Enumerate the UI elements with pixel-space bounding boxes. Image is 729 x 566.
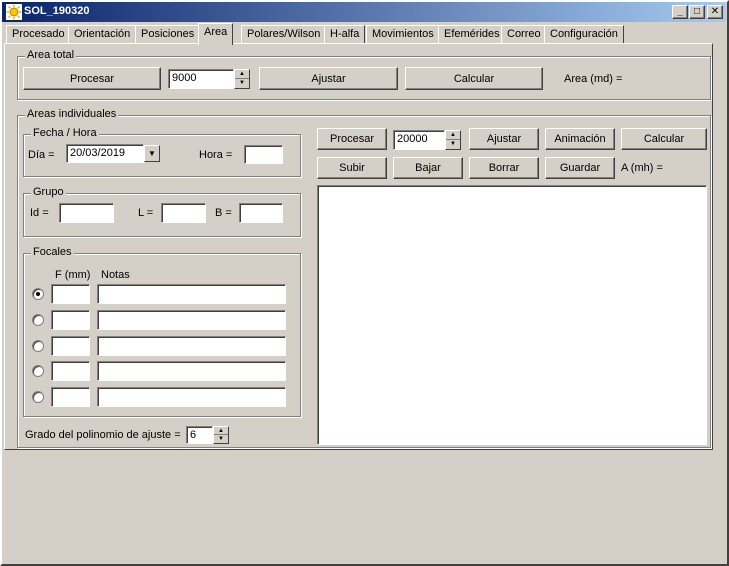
area-total-calcular-button[interactable]: Calcular — [405, 67, 543, 90]
tab-area[interactable]: Area — [198, 23, 234, 45]
tab-polares-wilson[interactable]: Polares/Wilson — [241, 25, 327, 44]
area-total-legend: Area total — [25, 49, 77, 61]
focal-row-3-f-input[interactable] — [51, 336, 90, 356]
id-label: Id = — [30, 207, 49, 219]
focal-row-4-f-input[interactable] — [51, 361, 90, 381]
focal-row-3-radio[interactable] — [32, 340, 44, 352]
hora-input[interactable] — [244, 145, 283, 164]
animacion-button[interactable]: Animación — [545, 128, 615, 150]
guardar-button[interactable]: Guardar — [545, 157, 615, 179]
area-total-procesar-button[interactable]: Procesar — [23, 67, 161, 90]
area-total-spinner[interactable]: ▲ ▼ — [234, 69, 250, 89]
subir-button[interactable]: Subir — [317, 157, 387, 179]
ind-value-input[interactable]: 20000 — [393, 130, 445, 150]
focal-notas-column-header: Notas — [101, 269, 130, 281]
grupo-legend: Grupo — [31, 186, 66, 198]
tab-configuracion[interactable]: Configuración — [544, 25, 624, 44]
results-list-box[interactable] — [317, 185, 707, 445]
focal-row-2-notas-input[interactable] — [97, 310, 286, 330]
grado-polinomio-label: Grado del polinomio de ajuste = — [25, 429, 181, 441]
close-button[interactable]: ✕ — [707, 5, 723, 19]
arrow-up-icon[interactable]: ▲ — [446, 131, 460, 140]
focal-row-4-notas-input[interactable] — [97, 361, 286, 381]
area-total-ajustar-button[interactable]: Ajustar — [259, 67, 398, 90]
title-bar[interactable]: SOL_190320 _ □ ✕ — [2, 2, 726, 22]
grado-polinomio-spinner[interactable]: ▲ ▼ — [213, 426, 229, 444]
window-title: SOL_190320 — [24, 5, 90, 17]
arrow-down-icon[interactable]: ▼ — [214, 435, 228, 443]
grado-polinomio-input[interactable]: 6 — [186, 426, 213, 444]
arrow-down-icon[interactable]: ▼ — [235, 79, 249, 88]
area-total-result-label: Area (md) = — [564, 73, 623, 85]
b-label: B = — [215, 207, 232, 219]
focal-row-1-notas-input[interactable] — [97, 284, 286, 304]
arrow-up-icon[interactable]: ▲ — [214, 427, 228, 435]
l-label: L = — [138, 207, 154, 219]
area-total-value-input[interactable]: 9000 — [168, 69, 234, 89]
tab-procesado[interactable]: Procesado — [6, 25, 71, 44]
l-input[interactable] — [161, 203, 206, 223]
fecha-hora-legend: Fecha / Hora — [31, 127, 99, 139]
arrow-up-icon[interactable]: ▲ — [235, 70, 249, 79]
b-input[interactable] — [239, 203, 283, 223]
bajar-button[interactable]: Bajar — [393, 157, 463, 179]
ind-calcular-button[interactable]: Calcular — [621, 128, 707, 150]
tab-efemerides[interactable]: Efemérides — [438, 25, 506, 44]
tab-movimientos[interactable]: Movimientos — [366, 25, 440, 44]
tab-correo[interactable]: Correo — [501, 25, 547, 44]
chevron-down-icon[interactable]: ▼ — [144, 145, 160, 162]
ind-ajustar-button[interactable]: Ajustar — [469, 128, 539, 150]
minimize-button[interactable]: _ — [672, 5, 688, 19]
ind-value-spinner[interactable]: ▲ ▼ — [445, 130, 461, 150]
focales-legend: Focales — [31, 246, 74, 258]
focal-row-1-f-input[interactable] — [51, 284, 90, 304]
focal-row-4-radio[interactable] — [32, 365, 44, 377]
area-mh-result-label: A (mh) = — [621, 162, 663, 174]
focal-row-5-f-input[interactable] — [51, 387, 90, 407]
focal-row-5-radio[interactable] — [32, 391, 44, 403]
hora-label: Hora = — [199, 149, 233, 161]
areas-individuales-legend: Areas individuales — [25, 108, 119, 120]
focal-row-2-f-input[interactable] — [51, 310, 90, 330]
focal-f-column-header: F (mm) — [55, 269, 91, 281]
dia-date-input[interactable]: 20/03/2019 — [66, 144, 144, 163]
tab-posiciones[interactable]: Posiciones — [135, 25, 201, 44]
tab-orientacion[interactable]: Orientación — [68, 25, 137, 44]
id-input[interactable] — [59, 203, 114, 223]
focal-row-3-notas-input[interactable] — [97, 336, 286, 356]
focal-row-2-radio[interactable] — [32, 314, 44, 326]
focal-row-1-radio[interactable] — [32, 288, 44, 300]
focal-row-5-notas-input[interactable] — [97, 387, 286, 407]
sun-icon — [6, 4, 22, 20]
dia-label: Día = — [28, 149, 55, 161]
maximize-button[interactable]: □ — [689, 5, 705, 19]
borrar-button[interactable]: Borrar — [469, 157, 539, 179]
tab-h-alfa[interactable]: H-alfa — [324, 25, 366, 44]
arrow-down-icon[interactable]: ▼ — [446, 140, 460, 149]
ind-procesar-button[interactable]: Procesar — [317, 128, 387, 150]
